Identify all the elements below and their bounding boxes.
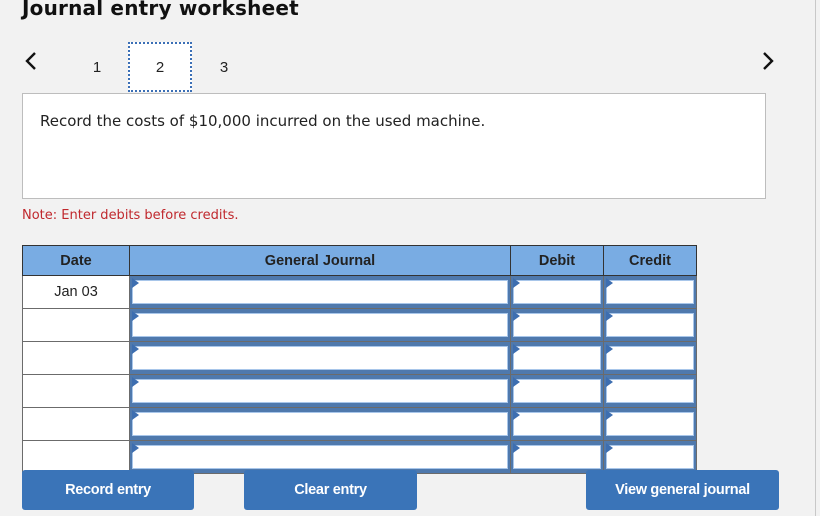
date-cell	[22, 374, 130, 408]
debit-cell	[510, 440, 604, 474]
account-cell	[129, 407, 511, 441]
debit-cell	[510, 308, 604, 342]
journal-table: Date General Journal Debit Credit Jan 03	[22, 245, 697, 474]
header-general-journal: General Journal	[129, 245, 511, 276]
debit-input[interactable]	[513, 379, 601, 403]
dropdown-marker-icon	[132, 344, 139, 354]
table-header-row: Date General Journal Debit Credit	[22, 245, 697, 276]
dropdown-marker-icon	[513, 443, 520, 453]
debit-cell	[510, 374, 604, 408]
account-input[interactable]	[132, 379, 508, 403]
dropdown-marker-icon	[132, 410, 139, 420]
scrollbar-edge	[815, 0, 816, 516]
chevron-right-icon[interactable]	[761, 50, 775, 72]
page-title: Journal entry worksheet	[22, 0, 299, 20]
dropdown-marker-icon	[132, 443, 139, 453]
record-entry-button[interactable]: Record entry	[22, 470, 194, 510]
dropdown-marker-icon	[513, 377, 520, 387]
credit-input[interactable]	[606, 412, 694, 436]
credit-cell	[603, 440, 697, 474]
account-input[interactable]	[132, 346, 508, 370]
account-cell	[129, 440, 511, 474]
account-cell	[129, 308, 511, 342]
dropdown-marker-icon	[606, 311, 613, 321]
date-cell	[22, 341, 130, 375]
credit-cell	[603, 308, 697, 342]
credit-input[interactable]	[606, 379, 694, 403]
view-general-journal-button[interactable]: View general journal	[586, 470, 779, 510]
tab-1[interactable]: 1	[65, 42, 129, 92]
credit-input[interactable]	[606, 445, 694, 469]
account-cell	[129, 341, 511, 375]
account-cell	[129, 275, 511, 309]
credit-cell	[603, 341, 697, 375]
dropdown-marker-icon	[132, 377, 139, 387]
debit-cell	[510, 341, 604, 375]
account-input[interactable]	[132, 313, 508, 337]
date-cell	[22, 407, 130, 441]
question-prompt: Record the costs of $10,000 incurred on …	[22, 93, 766, 199]
tab-2[interactable]: 2	[128, 42, 192, 92]
tab-3[interactable]: 3	[192, 42, 256, 92]
prompt-text: Record the costs of $10,000 incurred on …	[40, 112, 486, 130]
dropdown-marker-icon	[606, 377, 613, 387]
note-text: Note: Enter debits before credits.	[22, 208, 239, 223]
table-row	[22, 440, 697, 474]
date-cell	[22, 308, 130, 342]
table-row	[22, 341, 697, 375]
date-cell: Jan 03	[22, 275, 130, 309]
dropdown-marker-icon	[132, 278, 139, 288]
date-cell	[22, 440, 130, 474]
header-credit: Credit	[603, 245, 697, 276]
chevron-left-icon[interactable]	[24, 50, 38, 72]
debit-input[interactable]	[513, 412, 601, 436]
credit-cell	[603, 407, 697, 441]
account-input[interactable]	[132, 412, 508, 436]
dropdown-marker-icon	[513, 278, 520, 288]
debit-input[interactable]	[513, 313, 601, 337]
dropdown-marker-icon	[606, 344, 613, 354]
table-row	[22, 407, 697, 441]
debit-cell	[510, 275, 604, 309]
dropdown-marker-icon	[513, 410, 520, 420]
dropdown-marker-icon	[132, 311, 139, 321]
header-debit: Debit	[510, 245, 604, 276]
header-date: Date	[22, 245, 130, 276]
dropdown-marker-icon	[513, 311, 520, 321]
debit-cell	[510, 407, 604, 441]
credit-input[interactable]	[606, 280, 694, 304]
table-row	[22, 374, 697, 408]
account-input[interactable]	[132, 445, 508, 469]
clear-entry-button[interactable]: Clear entry	[244, 470, 417, 510]
credit-cell	[603, 275, 697, 309]
account-cell	[129, 374, 511, 408]
dropdown-marker-icon	[513, 344, 520, 354]
credit-input[interactable]	[606, 346, 694, 370]
dropdown-marker-icon	[606, 278, 613, 288]
account-input[interactable]	[132, 280, 508, 304]
debit-input[interactable]	[513, 346, 601, 370]
table-row	[22, 308, 697, 342]
debit-input[interactable]	[513, 280, 601, 304]
table-row: Jan 03	[22, 275, 697, 309]
credit-input[interactable]	[606, 313, 694, 337]
debit-input[interactable]	[513, 445, 601, 469]
dropdown-marker-icon	[606, 443, 613, 453]
credit-cell	[603, 374, 697, 408]
tab-navigation: 1 2 3	[0, 40, 815, 94]
dropdown-marker-icon	[606, 410, 613, 420]
